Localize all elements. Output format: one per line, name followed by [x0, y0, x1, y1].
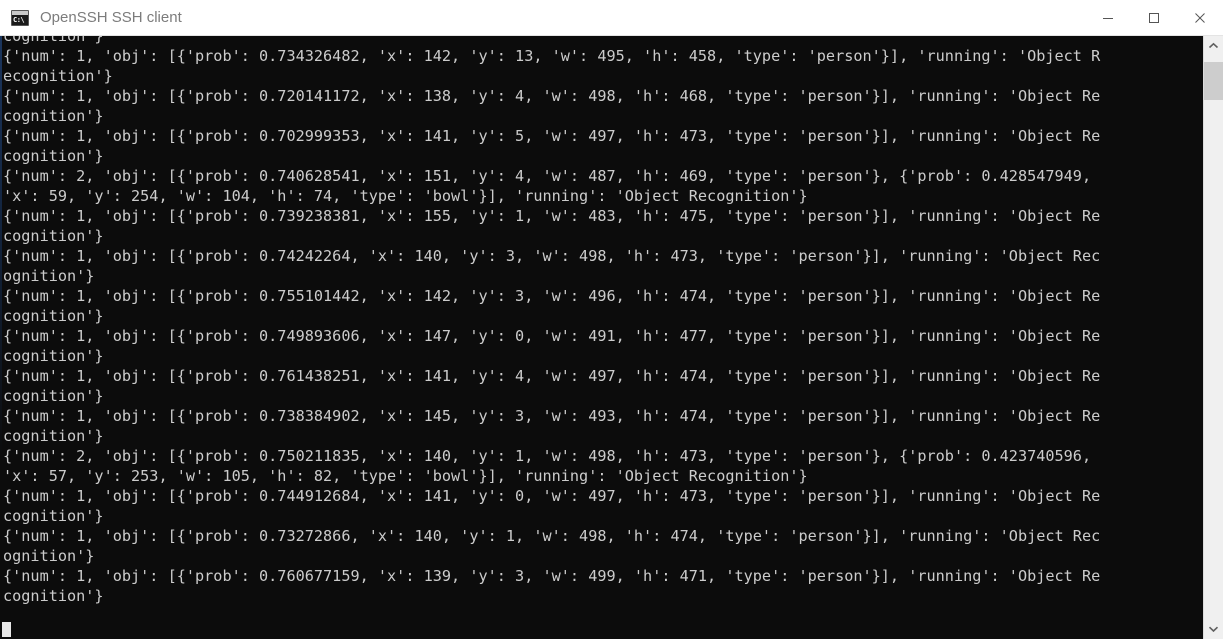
- chevron-down-icon: [1208, 626, 1219, 633]
- terminal-line: cognition'}: [3, 36, 104, 45]
- close-button[interactable]: [1177, 0, 1223, 36]
- terminal-line: {'num': 1, 'obj': [{'prob': 0.755101442,…: [3, 287, 1101, 305]
- terminal-line: 'x': 59, 'y': 254, 'w': 104, 'h': 74, 't…: [3, 187, 808, 205]
- terminal-cursor: [2, 622, 11, 637]
- terminal-output-area[interactable]: cognition'} {'num': 1, 'obj': [{'prob': 0…: [0, 36, 1223, 639]
- maximize-icon: [1149, 12, 1159, 23]
- scrollbar-thumb[interactable]: [1204, 62, 1223, 100]
- terminal-text: cognition'} {'num': 1, 'obj': [{'prob': 0…: [2, 36, 1203, 606]
- terminal-line: {'num': 1, 'obj': [{'prob': 0.720141172,…: [3, 87, 1101, 105]
- terminal-line: cognition'}: [3, 507, 104, 525]
- terminal-line: 'x': 57, 'y': 253, 'w': 105, 'h': 82, 't…: [3, 467, 808, 485]
- title-bar-left: C:\ OpenSSH SSH client: [0, 0, 1085, 35]
- console-icon-prompt-text: C:\: [13, 15, 25, 24]
- scrollbar-up-button[interactable]: [1204, 36, 1223, 56]
- terminal-line: {'num': 1, 'obj': [{'prob': 0.734326482,…: [3, 47, 1101, 65]
- chevron-up-icon: [1208, 42, 1219, 49]
- terminal-line: cognition'}: [3, 227, 104, 245]
- terminal-line: {'num': 1, 'obj': [{'prob': 0.74242264, …: [3, 247, 1101, 265]
- terminal-line: {'num': 1, 'obj': [{'prob': 0.702999353,…: [3, 127, 1101, 145]
- terminal-line: cognition'}: [3, 147, 104, 165]
- window-controls: [1085, 0, 1223, 36]
- terminal-line: {'num': 1, 'obj': [{'prob': 0.744912684,…: [3, 487, 1101, 505]
- terminal-line: {'num': 2, 'obj': [{'prob': 0.740628541,…: [3, 167, 1092, 185]
- close-icon: [1195, 12, 1205, 23]
- maximize-button[interactable]: [1131, 0, 1177, 36]
- title-bar: C:\ OpenSSH SSH client: [0, 0, 1223, 36]
- console-app-icon: C:\: [11, 9, 29, 26]
- terminal-line: ecognition'}: [3, 67, 113, 85]
- terminal-line: cognition'}: [3, 427, 104, 445]
- terminal-line: cognition'}: [3, 347, 104, 365]
- terminal-line: {'num': 1, 'obj': [{'prob': 0.760677159,…: [3, 567, 1101, 585]
- scrollbar-down-button[interactable]: [1204, 619, 1223, 639]
- terminal-line: {'num': 1, 'obj': [{'prob': 0.749893606,…: [3, 327, 1101, 345]
- terminal-line: ognition'}: [3, 547, 95, 565]
- terminal-line: {'num': 1, 'obj': [{'prob': 0.738384902,…: [3, 407, 1101, 425]
- terminal-line: cognition'}: [3, 387, 104, 405]
- terminal-line: cognition'}: [3, 107, 104, 125]
- terminal-line: {'num': 1, 'obj': [{'prob': 0.761438251,…: [3, 367, 1101, 385]
- minimize-button[interactable]: [1085, 0, 1131, 36]
- minimize-icon: [1103, 17, 1113, 19]
- window-title: OpenSSH SSH client: [40, 9, 182, 26]
- terminal-line: {'num': 1, 'obj': [{'prob': 0.739238381,…: [3, 207, 1101, 225]
- terminal-line: ognition'}: [3, 267, 95, 285]
- vertical-scrollbar[interactable]: [1203, 36, 1223, 639]
- terminal-line: cognition'}: [3, 587, 104, 605]
- terminal-line: {'num': 1, 'obj': [{'prob': 0.73272866, …: [3, 527, 1101, 545]
- terminal-line: {'num': 2, 'obj': [{'prob': 0.750211835,…: [3, 447, 1092, 465]
- ssh-client-window: C:\ OpenSSH SSH client cognition'} {'num…: [0, 0, 1223, 639]
- terminal-line: cognition'}: [3, 307, 104, 325]
